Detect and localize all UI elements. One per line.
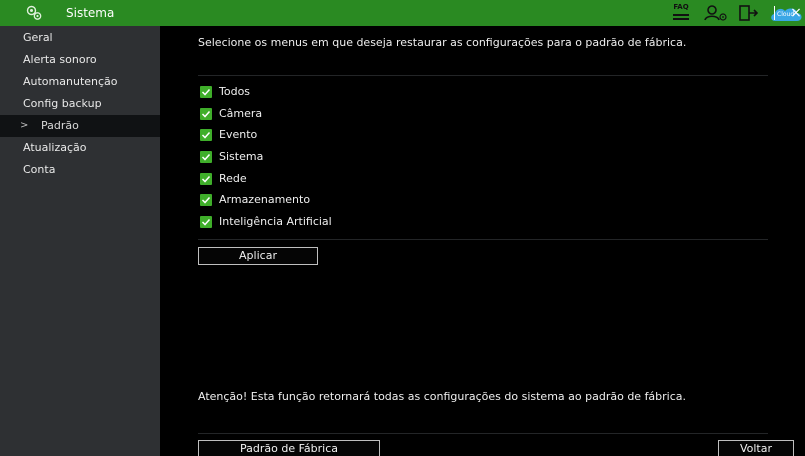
option-label: Todos [219, 85, 251, 98]
sidebar-item-label: Automanutenção [23, 75, 118, 88]
option-label: Rede [219, 172, 247, 185]
sidebar-item-label: Conta [23, 163, 56, 176]
main-panel: Selecione os menus em que deseja restaur… [160, 26, 805, 456]
sidebar-item-label: Alerta sonoro [23, 53, 97, 66]
toolbar-separator [774, 6, 775, 20]
checkbox-checked-icon[interactable] [200, 216, 212, 228]
sidebar-item-config-backup[interactable]: Config backup [0, 93, 160, 115]
checkbox-checked-icon[interactable] [200, 194, 212, 206]
checkbox-checked-icon[interactable] [200, 108, 212, 120]
faq-line [673, 14, 689, 16]
close-icon[interactable]: × [789, 4, 803, 22]
sidebar-item-padrao[interactable]: > Padrão [0, 115, 160, 137]
settings-gear-icon [26, 5, 42, 20]
divider [198, 239, 768, 240]
option-label: Evento [219, 128, 258, 141]
checkbox-checked-icon[interactable] [200, 173, 212, 185]
sidebar-item-label: Atualização [23, 141, 87, 154]
option-label: Câmera [219, 107, 263, 120]
title-bar: Sistema FAQ Cloud × [0, 0, 805, 26]
option-label: Sistema [219, 150, 264, 163]
instruction-text: Selecione os menus em que deseja restaur… [198, 36, 687, 49]
user-icon[interactable] [703, 4, 729, 22]
chevron-right-icon: > [20, 120, 29, 131]
divider [198, 75, 768, 76]
back-button[interactable]: Voltar [718, 440, 794, 456]
sidebar-item-label: Geral [23, 31, 53, 44]
faq-icon[interactable]: FAQ [670, 3, 692, 23]
divider [198, 433, 768, 434]
option-label: Inteligência Artificial [219, 215, 332, 228]
faq-label: FAQ [673, 3, 689, 11]
warning-text: Atenção! Esta função retornará todas as … [198, 390, 687, 403]
window-title: Sistema [66, 6, 115, 20]
sidebar-item-conta[interactable]: Conta [0, 159, 160, 181]
sidebar-item-geral[interactable]: Geral [0, 27, 160, 49]
checkbox-checked-icon[interactable] [200, 151, 212, 163]
factory-default-button[interactable]: Padrão de Fábrica [198, 440, 380, 456]
faq-line [673, 18, 689, 20]
checkbox-checked-icon[interactable] [200, 86, 212, 98]
sidebar-item-label: Padrão [41, 119, 79, 132]
sidebar-item-atualizacao[interactable]: Atualização [0, 137, 160, 159]
sidebar-item-label: Config backup [23, 97, 102, 110]
sidebar-item-automanutencao[interactable]: Automanutenção [0, 71, 160, 93]
sidebar-item-alerta-sonoro[interactable]: Alerta sonoro [0, 49, 160, 71]
checkbox-checked-icon[interactable] [200, 129, 212, 141]
logout-icon[interactable] [738, 4, 760, 22]
apply-button[interactable]: Aplicar [198, 247, 318, 265]
sidebar: Geral Alerta sonoro Automanutenção Confi… [0, 26, 160, 456]
option-label: Armazenamento [219, 193, 311, 206]
